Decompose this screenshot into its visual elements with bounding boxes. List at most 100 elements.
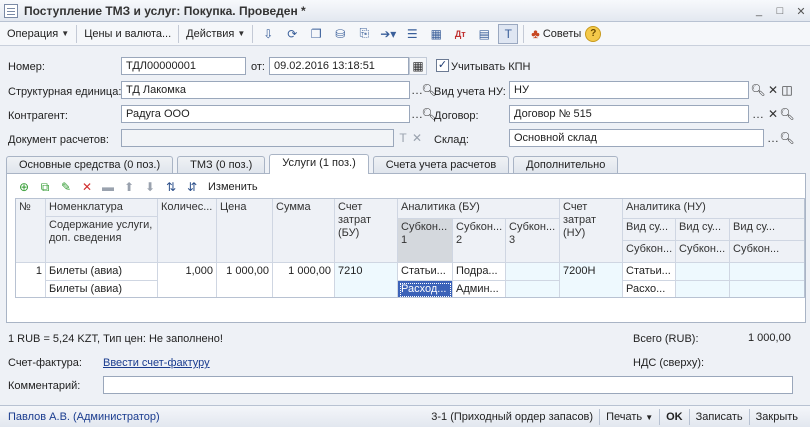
add-row-icon[interactable]: ⊕ bbox=[15, 178, 33, 196]
header-subk-3[interactable]: Субкон... bbox=[730, 241, 804, 263]
row-num[interactable]: 1 bbox=[16, 263, 46, 297]
help-icon[interactable]: ? bbox=[585, 25, 602, 42]
fill-icon[interactable]: ⛁ bbox=[330, 24, 350, 44]
row-cost-account-nu[interactable]: 7200Н bbox=[560, 263, 623, 297]
copy-document-icon[interactable]: ❐ bbox=[306, 24, 326, 44]
warehouse-field[interactable]: Основной склад bbox=[509, 129, 764, 147]
open-icon[interactable]: ◫ bbox=[778, 81, 796, 99]
row-nu-subconto-3-a[interactable] bbox=[730, 263, 804, 281]
comment-field[interactable] bbox=[103, 376, 793, 394]
post-document-icon[interactable]: ⇩ bbox=[258, 24, 278, 44]
header-subconto-1[interactable]: Субкон... 1 bbox=[398, 219, 453, 263]
search-icon[interactable]: 🔍︎ bbox=[778, 129, 796, 147]
advice-button[interactable]: ♣ Советы ? bbox=[527, 25, 605, 42]
number-field[interactable]: ТДЛ00000001 bbox=[121, 57, 246, 75]
toolbar-separator bbox=[252, 24, 254, 43]
row-subconto-3-b[interactable] bbox=[506, 281, 560, 297]
row-nu-subconto-2-b[interactable] bbox=[676, 281, 730, 297]
contractor-field[interactable]: Радуга ООО bbox=[121, 105, 410, 123]
header-sum[interactable]: Сумма bbox=[273, 199, 335, 263]
window-controls: _ □ ✕ bbox=[747, 0, 810, 22]
header-vid-3[interactable]: Вид су... bbox=[730, 219, 804, 241]
enter-invoice-link[interactable]: Ввести счет-фактуру bbox=[103, 357, 210, 369]
row-qty[interactable]: 1,000 bbox=[158, 263, 217, 297]
sort-asc-icon[interactable]: ⇅ bbox=[162, 178, 180, 196]
copy-row-icon[interactable]: ⧉ bbox=[36, 178, 54, 196]
row-subconto-2-a[interactable]: Подра... bbox=[453, 263, 506, 281]
tax-accounting-icon[interactable]: T bbox=[498, 23, 519, 44]
search-icon[interactable]: 🔍︎ bbox=[778, 105, 796, 123]
header-num[interactable]: № bbox=[16, 199, 46, 263]
header-subconto-3[interactable]: Субкон... 3 bbox=[506, 219, 560, 263]
header-subconto-2[interactable]: Субкон... 2 bbox=[453, 219, 506, 263]
dropdown-arrow-icon: ▼ bbox=[237, 29, 246, 38]
edit-icon[interactable]: ✎ bbox=[57, 178, 75, 196]
row-nu-subconto-2-a[interactable] bbox=[676, 263, 730, 281]
header-nomenclature[interactable]: Номенклатура bbox=[46, 199, 158, 217]
row-subconto-1-a[interactable]: Статьи... bbox=[398, 263, 453, 281]
ok-button[interactable]: OK bbox=[660, 411, 689, 423]
header-cost-account-bu[interactable]: Счет затрат (БУ) bbox=[335, 199, 398, 263]
header-vid-2[interactable]: Вид су... bbox=[676, 219, 730, 241]
tab-fixed-assets[interactable]: Основные средства (0 поз.) bbox=[6, 156, 174, 174]
row-nu-subconto-1-a[interactable]: Статьи... bbox=[623, 263, 676, 281]
tab-services[interactable]: Услуги (1 поз.) bbox=[269, 154, 369, 174]
header-analytics-nu[interactable]: Аналитика (НУ) bbox=[623, 199, 804, 219]
row-nu-subconto-3-b[interactable] bbox=[730, 281, 804, 297]
maximize-icon[interactable]: □ bbox=[771, 3, 789, 19]
contract-field[interactable]: Договор № 515 bbox=[509, 105, 749, 123]
header-content[interactable]: Содержание услуги, доп. сведения bbox=[46, 217, 158, 263]
row-subconto-2-b[interactable]: Админ... bbox=[453, 281, 506, 297]
struct-unit-field[interactable]: ТД Лакомка bbox=[121, 81, 410, 99]
row-cost-account-bu[interactable]: 7210 bbox=[335, 263, 398, 297]
delete-icon[interactable]: ✕ bbox=[78, 178, 96, 196]
report-icon[interactable]: ▤ bbox=[474, 24, 494, 44]
dt-kt-icon[interactable]: Дт bbox=[450, 24, 470, 44]
settlement-doc-label: Документ расчетов: bbox=[8, 134, 109, 146]
header-subk-2[interactable]: Субкон... bbox=[676, 241, 730, 263]
nu-type-label: Вид учета НУ: bbox=[434, 86, 506, 98]
row-subconto-3-a[interactable] bbox=[506, 263, 560, 281]
minimize-icon[interactable]: _ bbox=[750, 3, 768, 19]
document-icon bbox=[4, 3, 18, 18]
close-button[interactable]: Закрыть bbox=[750, 411, 804, 423]
operation-menu[interactable]: Операция ▼ bbox=[3, 24, 73, 44]
row-price[interactable]: 1 000,00 bbox=[217, 263, 273, 297]
settings-grid-icon[interactable]: ▦ bbox=[426, 24, 446, 44]
change-button[interactable]: Изменить bbox=[208, 181, 258, 193]
tab-additional[interactable]: Дополнительно bbox=[513, 156, 619, 174]
based-on-menu-icon[interactable]: ➔▾ bbox=[378, 24, 398, 44]
row-nomenclature[interactable]: Билеты (авиа) bbox=[46, 263, 158, 281]
row-subconto-1-b[interactable]: Расход... bbox=[398, 281, 453, 297]
end-edit-icon[interactable]: ▬ bbox=[99, 178, 117, 196]
list-icon[interactable]: ☰ bbox=[402, 24, 422, 44]
row-sum[interactable]: 1 000,00 bbox=[273, 263, 335, 297]
settlement-doc-field[interactable] bbox=[121, 129, 394, 147]
calendar-icon[interactable]: ▦ bbox=[409, 57, 427, 75]
header-cost-account-nu[interactable]: Счет затрат (НУ) bbox=[560, 199, 623, 263]
kpn-checkbox[interactable]: ✓ bbox=[436, 59, 449, 72]
close-icon[interactable]: ✕ bbox=[792, 3, 810, 19]
move-up-icon[interactable]: ⬆ bbox=[120, 178, 138, 196]
row-nu-subconto-1-b[interactable]: Расхо... bbox=[623, 281, 676, 297]
print-menu[interactable]: Печать ▼ bbox=[600, 411, 659, 423]
header-price[interactable]: Цена bbox=[217, 199, 273, 263]
receipt-order-link[interactable]: 3-1 (Приходный ордер запасов) bbox=[425, 411, 599, 423]
move-down-icon[interactable]: ⬇ bbox=[141, 178, 159, 196]
clear-icon[interactable]: ✕ bbox=[408, 129, 426, 147]
header-subk-1[interactable]: Субкон... bbox=[623, 241, 676, 263]
prices-currency-button[interactable]: Цены и валюта... bbox=[80, 24, 175, 44]
tab-settlement-accounts[interactable]: Счета учета расчетов bbox=[372, 156, 510, 174]
tab-inventory[interactable]: ТМЗ (0 поз.) bbox=[177, 156, 266, 174]
date-field[interactable]: 09.02.2016 13:18:51 bbox=[269, 57, 409, 75]
row-content[interactable]: Билеты (авиа) bbox=[46, 281, 158, 297]
header-analytics-bu[interactable]: Аналитика (БУ) bbox=[398, 199, 560, 219]
actions-menu[interactable]: Действия ▼ bbox=[182, 24, 249, 44]
header-qty[interactable]: Количес... bbox=[158, 199, 217, 263]
refresh-icon[interactable]: ⟳ bbox=[282, 24, 302, 44]
sort-desc-icon[interactable]: ⇵ bbox=[183, 178, 201, 196]
header-vid-1[interactable]: Вид су... bbox=[623, 219, 676, 241]
nu-type-field[interactable]: НУ bbox=[509, 81, 749, 99]
structure-icon[interactable]: ⎘ bbox=[354, 24, 374, 44]
save-button[interactable]: Записать bbox=[690, 411, 749, 423]
